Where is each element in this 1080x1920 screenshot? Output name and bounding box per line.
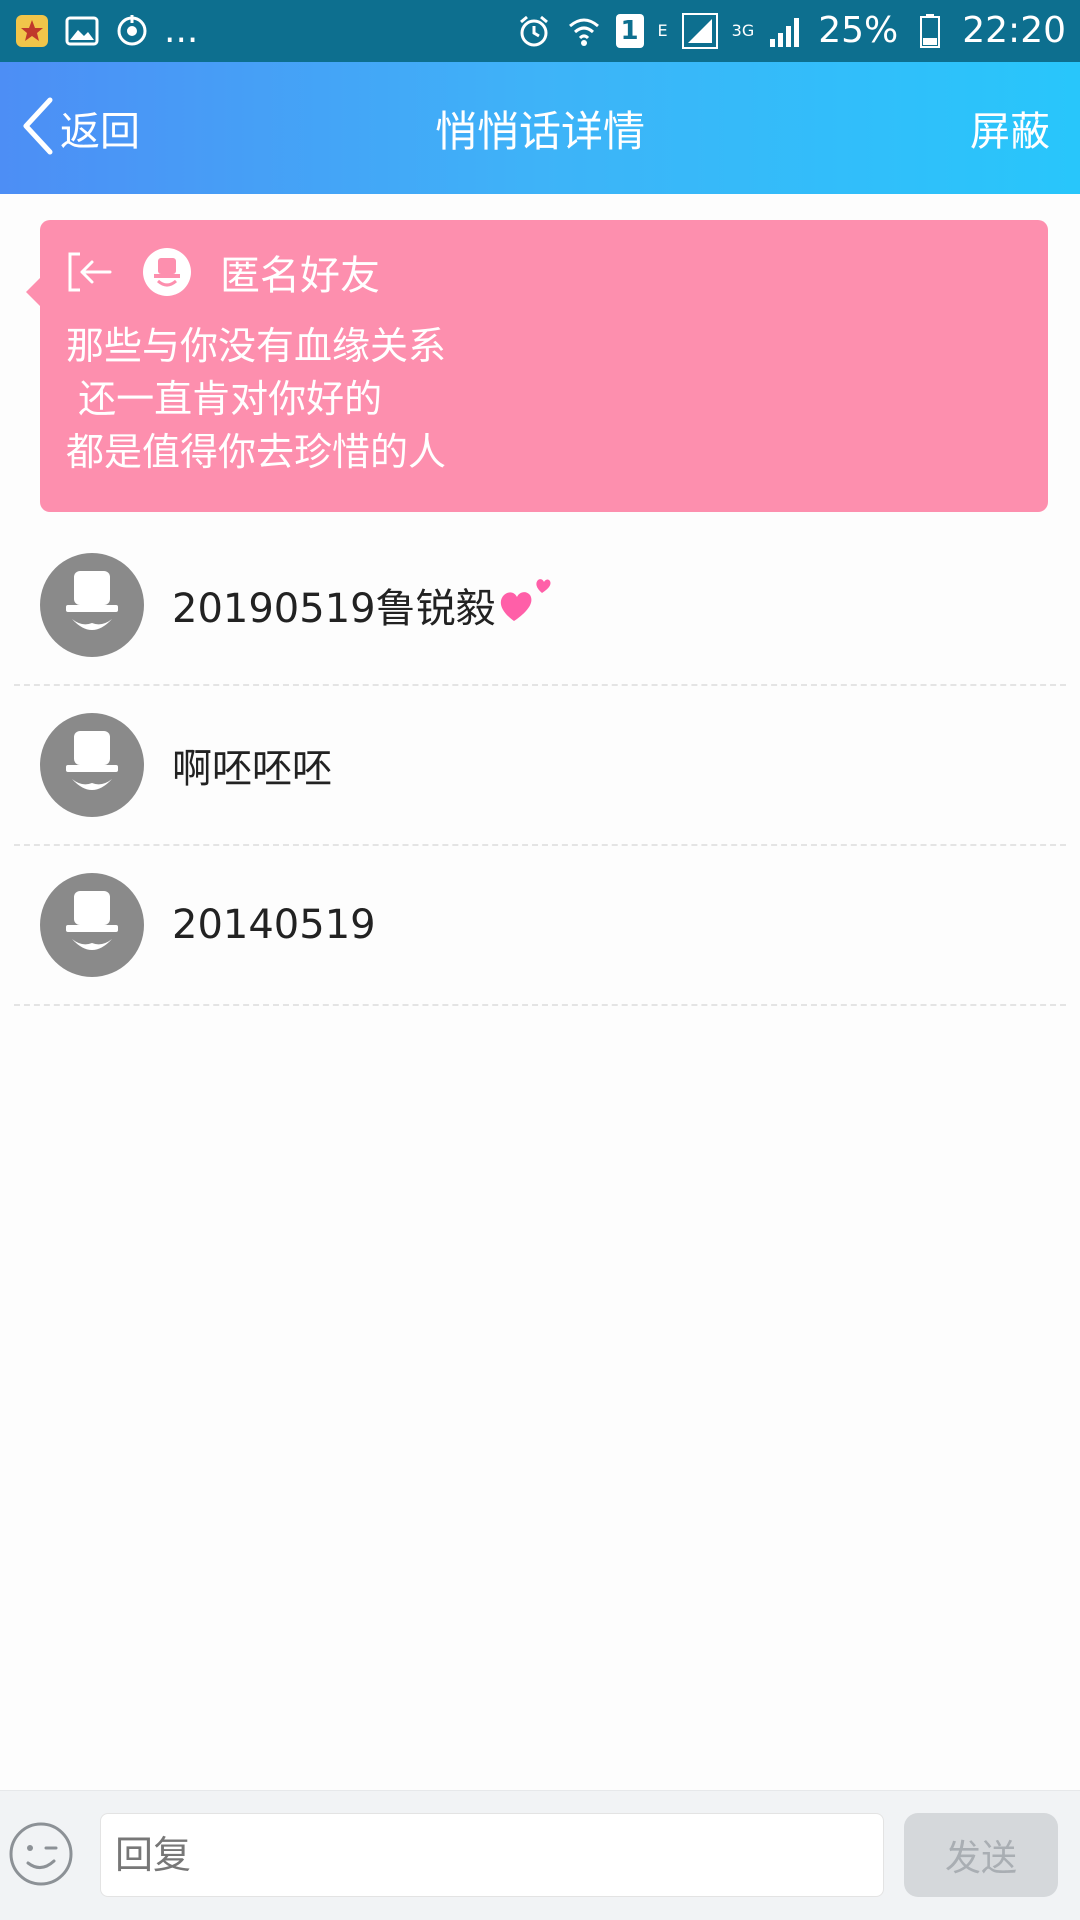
title-bar: 返回 悄悄话详情 屏蔽	[0, 62, 1080, 194]
battery-icon	[912, 13, 948, 49]
anonymous-avatar-icon	[40, 713, 144, 817]
sim-slot-icon: 1	[615, 14, 644, 48]
page-title: 悄悄话详情	[434, 106, 645, 156]
list-item[interactable]: 20190519鲁锐毅	[14, 526, 1066, 686]
list-item[interactable]: 啊呸呸呸	[14, 686, 1066, 846]
whisper-message: 那些与你没有血缘关系 还一直肯对你好的 都是值得你去珍惜的人	[66, 324, 447, 474]
sync-icon	[114, 13, 150, 49]
back-button[interactable]: 返回	[20, 62, 140, 194]
anonymous-avatar-icon	[40, 553, 144, 657]
reply-input[interactable]	[100, 1813, 884, 1897]
reply-name: 啊呸呸呸	[172, 746, 332, 792]
emoji-icon[interactable]	[8, 1821, 74, 1887]
battery-percent: 25%	[818, 10, 899, 51]
status-bar: ... 1 E 3G 25% 22:20	[0, 0, 1080, 62]
whisper-card: 匿名好友 那些与你没有血缘关系 还一直肯对你好的 都是值得你去珍惜的人	[26, 220, 1048, 512]
sim-slot-number: 1	[620, 16, 639, 46]
clock: 22:20	[962, 10, 1066, 51]
reply-name: 20140519	[172, 902, 376, 948]
network-e-label: E	[657, 21, 668, 40]
list-item[interactable]: 20140519	[14, 846, 1066, 1006]
chevron-left-icon	[20, 96, 56, 160]
back-label: 返回	[60, 109, 140, 155]
whisper-sender: 匿名好友	[220, 253, 380, 299]
reply-name: 20190519鲁锐毅	[172, 586, 496, 632]
reply-list: 20190519鲁锐毅 啊呸呸呸 20140519	[14, 526, 1066, 1006]
heart-icon	[498, 573, 554, 625]
alarm-icon	[516, 13, 552, 49]
signal-1-icon	[681, 13, 718, 49]
exit-icon[interactable]	[66, 248, 114, 296]
app-notification-icon	[14, 13, 50, 49]
send-button[interactable]: 发送	[904, 1813, 1058, 1897]
anonymous-avatar-icon	[142, 247, 192, 297]
block-button[interactable]: 屏蔽	[970, 62, 1050, 194]
reply-composer: 发送	[0, 1790, 1080, 1920]
more-notifications: ...	[164, 10, 199, 51]
anonymous-avatar-icon	[40, 873, 144, 977]
wifi-icon	[566, 13, 602, 49]
gallery-icon	[64, 13, 100, 49]
signal-2-icon	[768, 13, 804, 49]
network-3g-label: 3G	[731, 21, 755, 40]
